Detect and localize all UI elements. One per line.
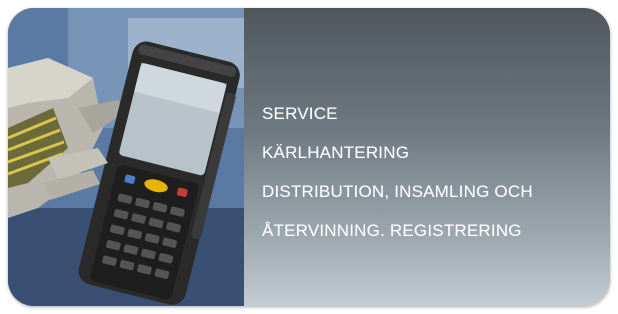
handheld-scanner-illustration bbox=[8, 8, 244, 306]
service-line-recycling: ÅTERVINNING. REGISTRERING bbox=[262, 221, 522, 240]
service-banner: SERVICE KÄRLHANTERING DISTRIBUTION, INSA… bbox=[8, 8, 610, 306]
service-list: SERVICE KÄRLHANTERING DISTRIBUTION, INSA… bbox=[262, 104, 533, 260]
handheld-scanner-photo bbox=[8, 8, 244, 306]
service-line-distribution: DISTRIBUTION, INSAMLING OCH bbox=[262, 182, 533, 201]
service-line-service: SERVICE bbox=[262, 104, 338, 123]
service-text-panel: SERVICE KÄRLHANTERING DISTRIBUTION, INSA… bbox=[244, 8, 610, 306]
service-line-container-handling: KÄRLHANTERING bbox=[262, 143, 410, 162]
